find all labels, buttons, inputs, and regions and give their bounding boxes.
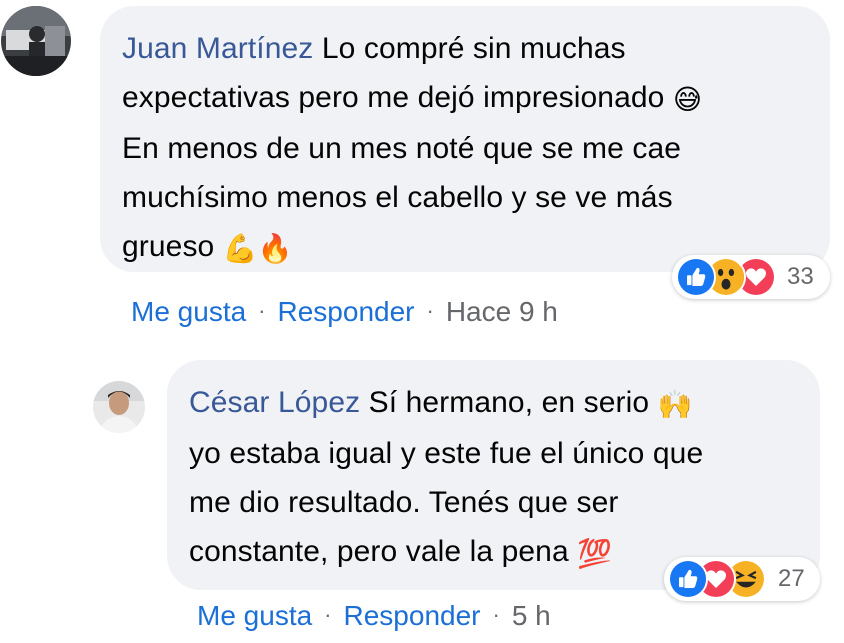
avatar-juan[interactable] bbox=[1, 6, 71, 76]
reply-link[interactable]: Responder bbox=[344, 600, 481, 631]
separator-dot: · bbox=[426, 298, 434, 323]
text-segment: En menos de un mes noté que se me cae bbox=[122, 132, 682, 165]
like-icon bbox=[668, 559, 708, 599]
separator-dot: · bbox=[258, 298, 266, 323]
separator-dot: · bbox=[324, 602, 332, 627]
comment-line: En menos de un mes noté que se me cae bbox=[122, 124, 822, 173]
reply-bubble: César López Sí hermano, en serio 🙌 yo es… bbox=[167, 360, 820, 590]
comment-line: César López Sí hermano, en serio 🙌 bbox=[189, 378, 809, 429]
like-link[interactable]: Me gusta bbox=[197, 600, 312, 631]
comment-line: yo estaba igual y este fue el único que bbox=[189, 429, 809, 478]
raising-hands-emoji: 🙌 bbox=[657, 389, 693, 420]
comment-bubble: Juan Martínez Lo compré sin muchas expec… bbox=[100, 6, 830, 272]
comment-line: expectativas pero me dejó impresionado 😅 bbox=[122, 73, 822, 124]
timestamp[interactable]: Hace 9 h bbox=[446, 296, 558, 327]
comment-text: Juan Martínez Lo compré sin muchas expec… bbox=[122, 24, 822, 273]
text-segment: expectativas pero me dejó impresionado bbox=[122, 81, 673, 114]
flexed-biceps-emoji: 💪 bbox=[222, 233, 258, 264]
comment-line: muchísimo menos el cabello y se ve más bbox=[122, 173, 822, 222]
reactions-summary[interactable]: 27 bbox=[664, 557, 820, 601]
text-segment: grueso bbox=[122, 230, 223, 263]
reply-text: César López Sí hermano, en serio 🙌 yo es… bbox=[189, 378, 809, 578]
reaction-count: 33 bbox=[787, 263, 814, 290]
reactions-summary[interactable]: 33 bbox=[672, 255, 830, 299]
reaction-count: 27 bbox=[778, 565, 805, 592]
author-name[interactable]: Juan Martínez bbox=[122, 32, 313, 65]
text-segment: muchísimo menos el cabello y se ve más bbox=[122, 181, 673, 214]
text-segment: Sí hermano, en serio bbox=[360, 386, 658, 419]
avatar-cesar[interactable] bbox=[93, 381, 145, 433]
comment-actions: Me gusta · Responder · Hace 9 h bbox=[131, 296, 558, 328]
text-segment: Lo compré sin muchas bbox=[313, 32, 626, 65]
reply-actions: Me gusta · Responder · 5 h bbox=[197, 600, 551, 632]
comment-line: me dio resultado. Tenés que ser bbox=[189, 478, 809, 527]
hundred-points-emoji: 💯 bbox=[577, 538, 613, 569]
text-segment: constante, pero vale la pena bbox=[189, 535, 578, 568]
text-segment: yo estaba igual y este fue el único que bbox=[189, 437, 704, 470]
like-icon bbox=[676, 257, 716, 297]
separator-dot: · bbox=[492, 602, 500, 627]
fire-emoji: 🔥 bbox=[257, 233, 293, 264]
sweat-smile-emoji: 😅 bbox=[672, 84, 703, 115]
like-link[interactable]: Me gusta bbox=[131, 296, 246, 327]
text-segment: me dio resultado. Tenés que ser bbox=[189, 486, 619, 519]
author-name[interactable]: César López bbox=[189, 386, 360, 419]
timestamp[interactable]: 5 h bbox=[512, 600, 551, 631]
reply-link[interactable]: Responder bbox=[278, 296, 415, 327]
comment-line: Juan Martínez Lo compré sin muchas bbox=[122, 24, 822, 73]
